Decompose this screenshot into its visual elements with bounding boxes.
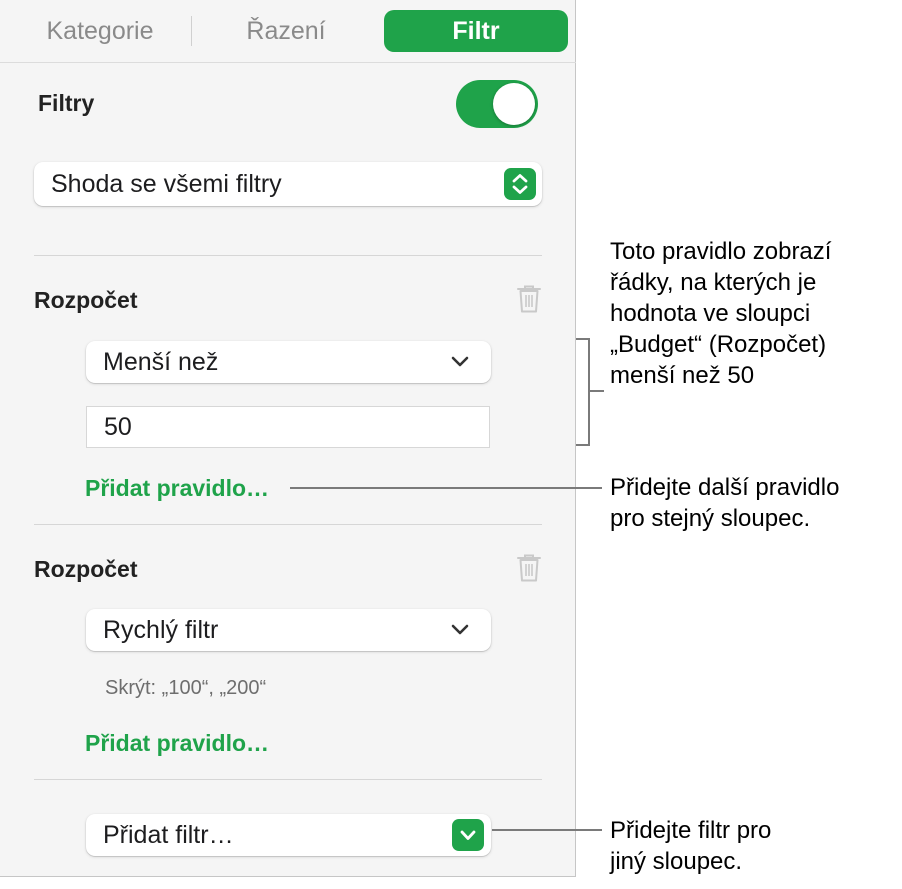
tab-bar: Kategorie Řazení Filtr xyxy=(0,0,576,63)
callout-add-filter: Přidejte filtr pro jiný sloupec. xyxy=(610,815,771,877)
tab-razeni[interactable]: Řazení xyxy=(206,10,366,52)
callout-rule-line: hodnota ve sloupci xyxy=(610,300,811,327)
callout-rule: Toto pravidlo zobrazí řádky, na kterých … xyxy=(610,236,831,391)
up-down-chevron-icon xyxy=(504,168,536,200)
callout-bracket-leader xyxy=(590,390,604,392)
rule-1-condition-label: Menší než xyxy=(103,347,219,376)
filters-title: Filtry xyxy=(38,90,95,116)
toggle-knob xyxy=(493,83,535,125)
callout-bracket-top xyxy=(576,338,590,340)
rule-2-condition-label: Rychlý filtr xyxy=(103,615,219,644)
trash-icon[interactable] xyxy=(516,553,542,588)
chevron-down-icon xyxy=(451,356,469,367)
match-select-label: Shoda se všemi filtry xyxy=(51,169,282,198)
add-filter-select[interactable]: Přidat filtr… xyxy=(86,814,491,856)
callout-rule-line: „Budget“ (Rozpočet) xyxy=(610,331,827,358)
callout-add-rule-line: Přidejte další pravidlo xyxy=(610,474,840,501)
rule-1-condition-select[interactable]: Menší než xyxy=(86,341,491,383)
callout-add-filter-line: Přidejte filtr pro xyxy=(610,817,772,844)
filters-toggle[interactable] xyxy=(456,80,538,128)
callout-rule-line: řádky, na kterých je xyxy=(610,269,817,296)
quick-filter-hint: Skrýt: „100“, „200“ xyxy=(105,677,267,699)
rule-2-condition-select[interactable]: Rychlý filtr xyxy=(86,609,491,651)
tab-filtr[interactable]: Filtr xyxy=(384,10,568,52)
filter-panel: Kategorie Řazení Filtr Filtry Shoda se v… xyxy=(0,0,576,877)
divider xyxy=(34,779,542,780)
callout-leader-add-rule xyxy=(290,487,602,489)
rule-2-column-name: Rozpočet xyxy=(34,556,138,582)
callout-bracket-bottom xyxy=(576,444,590,446)
tab-separator xyxy=(191,16,192,46)
add-rule-link[interactable]: Přidat pravidlo… xyxy=(85,730,269,757)
chevron-down-icon xyxy=(451,624,469,635)
match-select[interactable]: Shoda se všemi filtry xyxy=(34,162,542,206)
callout-add-rule-line: pro stejný sloupec. xyxy=(610,505,811,532)
add-rule-link[interactable]: Přidat pravidlo… xyxy=(85,475,269,502)
add-filter-label: Přidat filtr… xyxy=(103,820,234,849)
rule-1-value-input[interactable]: 50 xyxy=(86,406,490,448)
callout-bracket xyxy=(588,338,590,446)
chevron-down-icon xyxy=(452,819,484,851)
callout-add-rule: Přidejte další pravidlo pro stejný sloup… xyxy=(610,472,839,534)
rule-1-value-text: 50 xyxy=(104,412,132,441)
tab-kategorie[interactable]: Kategorie xyxy=(20,10,180,52)
callout-rule-line: menší než 50 xyxy=(610,362,755,389)
divider xyxy=(34,255,542,256)
trash-icon[interactable] xyxy=(516,284,542,319)
callout-add-filter-line: jiný sloupec. xyxy=(610,848,743,875)
callout-rule-line: Toto pravidlo zobrazí xyxy=(610,238,832,265)
callout-leader-add-filter xyxy=(492,829,602,831)
rule-1-column-name: Rozpočet xyxy=(34,287,138,313)
divider xyxy=(34,524,542,525)
